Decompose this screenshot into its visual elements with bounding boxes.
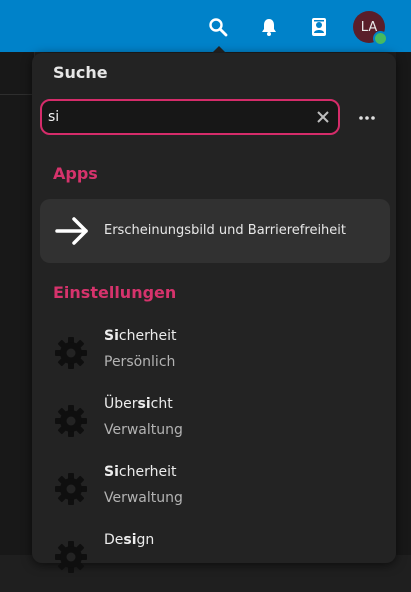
app-result[interactable]: Erscheinungsbild und Barrierefreiheit xyxy=(40,199,390,263)
app-result-label: Erscheinungsbild und Barrierefreiheit xyxy=(104,223,346,238)
search-icon[interactable] xyxy=(208,17,228,37)
bell-icon[interactable] xyxy=(259,17,279,37)
settings-result[interactable]: Sicherheit Verwaltung xyxy=(50,464,380,524)
result-subtitle: Persönlich xyxy=(104,354,176,370)
background-sidebar xyxy=(0,52,35,555)
more-options-icon[interactable] xyxy=(357,108,377,128)
unified-search-panel: Suche Apps Erscheinungsbild und Barriere… xyxy=(32,53,396,573)
arrow-right-icon xyxy=(55,217,88,245)
result-title: Übersicht xyxy=(104,396,173,412)
background-right xyxy=(396,52,411,555)
search-input[interactable] xyxy=(48,106,308,128)
section-title-apps: Apps xyxy=(53,164,98,183)
result-title: Design xyxy=(104,532,155,548)
gear-icon xyxy=(55,541,87,573)
result-subtitle: Verwaltung xyxy=(104,422,183,438)
contacts-icon[interactable] xyxy=(309,17,329,37)
result-title: Sicherheit xyxy=(104,328,177,344)
settings-result[interactable]: Übersicht Verwaltung xyxy=(50,396,380,456)
clear-icon[interactable] xyxy=(315,109,331,125)
avatar[interactable]: LA xyxy=(353,11,388,46)
gear-icon xyxy=(55,337,87,369)
panel-title: Suche xyxy=(53,63,108,82)
gear-icon xyxy=(55,405,87,437)
gear-icon xyxy=(55,473,87,505)
menu-caret xyxy=(212,46,226,53)
section-title-settings: Einstellungen xyxy=(53,283,177,302)
top-bar: LA xyxy=(0,0,411,52)
settings-result[interactable]: Design xyxy=(50,532,380,592)
status-indicator xyxy=(373,31,388,46)
settings-result[interactable]: Sicherheit Persönlich xyxy=(50,328,380,388)
search-box xyxy=(40,99,340,135)
result-title: Sicherheit xyxy=(104,464,177,480)
result-subtitle: Verwaltung xyxy=(104,490,183,506)
